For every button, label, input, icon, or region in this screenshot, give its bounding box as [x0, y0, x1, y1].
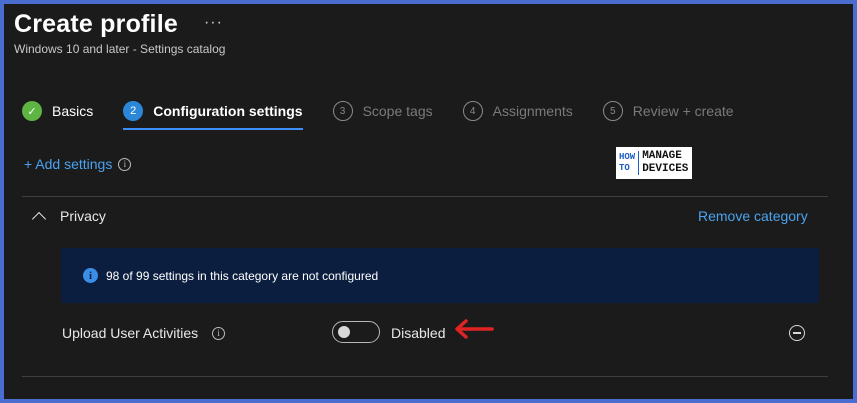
divider: [22, 376, 828, 377]
more-ellipsis-icon[interactable]: ···: [204, 14, 223, 32]
step-scope-tags[interactable]: 3 Scope tags: [332, 96, 433, 126]
setting-label: Upload User Activities: [62, 325, 199, 341]
step-basics[interactable]: ✓ Basics: [22, 96, 93, 126]
info-banner: i 98 of 99 settings in this category are…: [61, 248, 819, 303]
step-label: Review + create: [632, 103, 734, 119]
check-icon: ✓: [22, 101, 42, 121]
step-number: 3: [332, 101, 353, 121]
remove-category-link[interactable]: Remove category: [698, 208, 808, 224]
toggle-state-label: Disabled: [391, 325, 446, 341]
step-configuration-settings[interactable]: 2 Configuration settings: [123, 96, 303, 130]
wizard-steps: ✓ Basics 2 Configuration settings 3 Scop…: [22, 96, 764, 130]
step-label: Scope tags: [362, 103, 433, 119]
step-label: Basics: [52, 103, 94, 119]
step-number: 2: [123, 101, 144, 121]
howtomanagedevices-logo: HOW TO MANAGE DEVICES: [616, 147, 692, 179]
info-icon: i: [83, 268, 98, 283]
step-review-create[interactable]: 5 Review + create: [602, 96, 734, 126]
logo-divider: [638, 151, 640, 175]
chevron-up-icon[interactable]: [31, 211, 47, 226]
divider: [22, 196, 828, 197]
toggle-knob: [338, 326, 350, 338]
step-label: Configuration settings: [153, 103, 303, 119]
logo-manage-devices: MANAGE DEVICES: [642, 150, 689, 175]
info-icon[interactable]: i: [212, 326, 226, 340]
title-row: Create profile ···: [14, 10, 223, 39]
remove-circle-icon[interactable]: [789, 325, 805, 341]
banner-text: 98 of 99 settings in this category are n…: [106, 268, 379, 283]
category-label: Privacy: [60, 208, 106, 224]
step-number: 5: [602, 101, 623, 121]
category-header[interactable]: Privacy: [31, 208, 106, 226]
setting-toggle[interactable]: [332, 321, 380, 343]
setting-row-label: Upload User Activities i: [62, 325, 226, 341]
page-subtitle: Windows 10 and later - Settings catalog: [14, 42, 226, 56]
add-settings-label[interactable]: + Add settings: [24, 156, 112, 172]
step-number: 4: [462, 101, 483, 121]
logo-how-to: HOW TO: [619, 152, 636, 173]
step-assignments[interactable]: 4 Assignments: [462, 96, 573, 126]
red-arrow-icon: [455, 319, 494, 339]
add-settings-link[interactable]: + Add settings i: [24, 156, 132, 172]
step-label: Assignments: [492, 103, 573, 119]
page-frame: Create profile ··· Windows 10 and later …: [4, 4, 853, 399]
info-icon[interactable]: i: [118, 157, 132, 171]
page-title: Create profile: [14, 10, 178, 38]
